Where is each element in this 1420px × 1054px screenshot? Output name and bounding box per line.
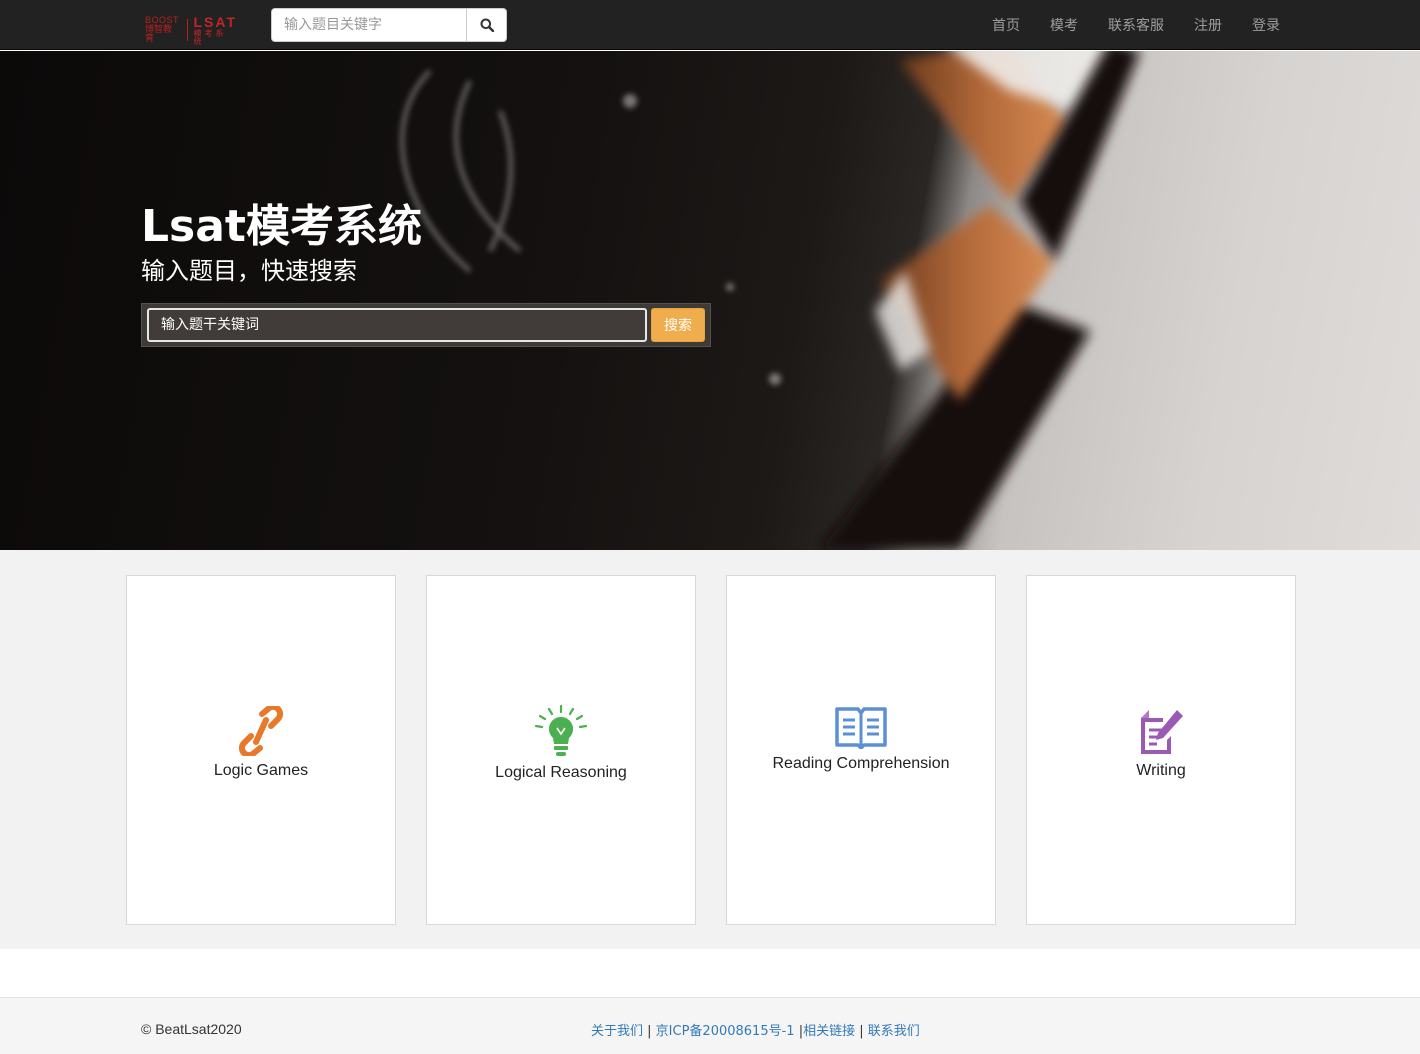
nav-link-login[interactable]: 登录 (1237, 15, 1295, 35)
hero-search-button[interactable]: 搜索 (651, 308, 705, 342)
navbar-search-button[interactable] (467, 8, 507, 42)
hero-subtitle: 输入题目，快速搜索 (141, 257, 357, 285)
card-label: Reading Comprehension (772, 755, 950, 772)
card-reading-comprehension[interactable]: Reading Comprehension (726, 575, 996, 925)
nav-link-home[interactable]: 首页 (977, 15, 1035, 35)
logo-divider (186, 19, 188, 41)
pencil-background-image (399, 51, 1140, 550)
nav-link-contact-support[interactable]: 联系客服 (1093, 15, 1179, 35)
logo-product-en: LSAT (193, 13, 237, 30)
logo-product-cn: 模考系统 (193, 28, 227, 46)
card-label: Logical Reasoning (495, 764, 627, 781)
footer-link-about-us[interactable]: 关于我们 (591, 1024, 643, 1039)
hero-search-bar: 搜索 (141, 303, 711, 347)
copyright-text: © BeatLsat2020 (141, 1021, 242, 1037)
card-writing[interactable]: Writing (1026, 575, 1296, 925)
footer-link-contact-us[interactable]: 联系我们 (868, 1024, 920, 1039)
card-label: Writing (1136, 762, 1186, 779)
hero-banner: Lsat模考系统 输入题目，快速搜索 搜索 (0, 51, 1420, 550)
footer-links: 关于我们 | 京ICP备20008615号-1 |相关链接 | 联系我们 (591, 1024, 920, 1039)
edit-document-icon (1141, 710, 1183, 754)
navbar-links: 首页 模考 联系客服 注册 登录 (977, 0, 1295, 50)
nav-link-register[interactable]: 注册 (1179, 15, 1237, 35)
card-logical-reasoning[interactable]: Logical Reasoning (426, 575, 696, 925)
lightbulb-icon (534, 704, 588, 756)
card-label: Logic Games (213, 762, 309, 779)
footer-link-icp-license[interactable]: 京ICP备20008615号-1 (656, 1024, 795, 1039)
hero-title: Lsat模考系统 (141, 201, 422, 252)
footer-link-related-links[interactable]: 相关链接 (803, 1024, 855, 1039)
logo-brand-en: BOOST (145, 15, 180, 25)
top-navbar: BOOST 博智教育 LSAT 模考系统 首页 模考 联系客服 注册 登录 (0, 0, 1420, 50)
page-footer: © BeatLsat2020 关于我们 | 京ICP备20008615号-1 |… (0, 997, 1420, 1054)
navbar-search-input[interactable] (271, 8, 467, 42)
chain-link-icon (238, 706, 284, 756)
nav-link-mock-exam[interactable]: 模考 (1035, 15, 1093, 35)
logo-brand-cn: 博智教育 (145, 25, 173, 44)
hero-search-input[interactable] (147, 308, 647, 342)
site-logo[interactable]: BOOST 博智教育 LSAT 模考系统 (145, 13, 237, 46)
search-icon (480, 18, 494, 32)
open-book-icon (835, 707, 887, 749)
navbar-search (271, 8, 507, 42)
category-cards-section: Logic Games Logical Reasoning Reading Co… (0, 550, 1420, 949)
card-logic-games[interactable]: Logic Games (126, 575, 396, 925)
